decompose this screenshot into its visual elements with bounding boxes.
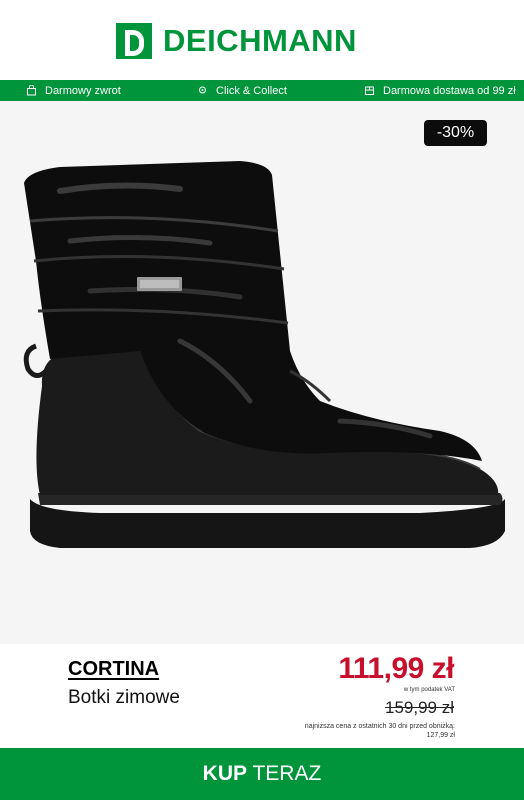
product-image[interactable] xyxy=(0,101,524,644)
lowest-price-label: najniższa cena z ostatnich 30 dni przed … xyxy=(304,723,455,730)
return-bag-icon xyxy=(26,85,37,96)
old-price: 159,99 zł xyxy=(385,698,454,717)
cta-bold-text: KUP xyxy=(202,762,248,785)
vat-note: w tym podatek VAT xyxy=(403,687,455,693)
brand-logo[interactable]: DEICHMANN xyxy=(116,23,357,59)
buy-now-button[interactable]: KUP TERAZ xyxy=(0,748,524,800)
cta-text: TERAZ xyxy=(247,762,322,785)
lowest-price-note: najniższa cena z ostatnich 30 dni przed … xyxy=(305,722,455,740)
boot-sole xyxy=(30,499,505,548)
usp-bar: Darmowy zwrot Click & Collect Darmowa do… xyxy=(0,80,524,101)
current-price: 111,99 zł xyxy=(338,652,454,685)
usp-free-delivery[interactable]: Darmowa dostawa od 99 zł xyxy=(364,80,516,101)
discount-badge: -30% xyxy=(424,120,487,146)
product-name-link[interactable]: CORTINA xyxy=(68,657,159,681)
usp-free-return[interactable]: Darmowy zwrot xyxy=(26,80,121,101)
usp-click-collect[interactable]: Click & Collect xyxy=(197,80,287,101)
brand-name: DEICHMANN xyxy=(163,23,357,58)
lowest-price-value: 127,99 zł xyxy=(426,732,455,739)
usp-label: Click & Collect xyxy=(216,84,287,97)
logo-mark-icon xyxy=(116,23,152,59)
header: DEICHMANN xyxy=(0,0,524,80)
usp-label: Darmowy zwrot xyxy=(45,84,121,97)
usp-label: Darmowa dostawa od 99 zł xyxy=(383,84,516,97)
location-pin-icon xyxy=(197,85,208,96)
product-category: Botki zimowe xyxy=(68,687,180,708)
delivery-box-icon xyxy=(364,85,375,96)
boot-pull-tab xyxy=(23,343,48,378)
